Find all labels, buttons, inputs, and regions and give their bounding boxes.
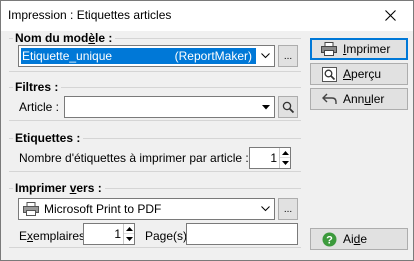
model-combo[interactable]: Etiquette_unique (ReportMaker) bbox=[18, 45, 275, 67]
print-button[interactable]: Imprimer bbox=[310, 38, 408, 60]
copies-label: Exemplaires bbox=[19, 229, 86, 243]
undo-arrow-icon bbox=[321, 91, 337, 107]
pages-label: Page(s) bbox=[145, 229, 188, 243]
printer-name: Microsoft Print to PDF bbox=[44, 202, 162, 216]
print-to-group-label: Imprimer vers : bbox=[13, 181, 105, 195]
svg-text:?: ? bbox=[326, 234, 333, 246]
chevron-down-icon[interactable] bbox=[257, 200, 273, 218]
label-count-label: Nombre d'étiquettes à imprimer par artic… bbox=[19, 151, 249, 165]
article-combo[interactable] bbox=[64, 96, 275, 118]
dropdown-arrow-icon[interactable] bbox=[260, 101, 272, 113]
help-button-label: Aide bbox=[343, 232, 368, 246]
model-group-label: Nom du modèle : bbox=[13, 31, 116, 45]
print-button-label: Imprimer bbox=[343, 42, 391, 56]
model-combo-selection: Etiquette_unique (ReportMaker) bbox=[21, 48, 256, 64]
cancel-button[interactable]: Annuler bbox=[310, 88, 408, 110]
copies-value: 1 bbox=[114, 227, 121, 241]
spin-down-icon[interactable] bbox=[280, 158, 290, 168]
window-title: Impression : Etiquettes articles bbox=[8, 8, 172, 22]
model-type: (ReportMaker) bbox=[174, 49, 252, 63]
close-button[interactable] bbox=[367, 1, 413, 30]
labels-group-label: Etiquettes : bbox=[13, 131, 84, 145]
model-browse-button[interactable]: ... bbox=[278, 45, 298, 67]
close-icon bbox=[384, 10, 396, 21]
article-search-button[interactable] bbox=[278, 96, 298, 118]
printer-combo[interactable]: Microsoft Print to PDF bbox=[18, 198, 275, 220]
search-icon bbox=[282, 101, 294, 113]
printer-icon bbox=[321, 41, 337, 57]
article-label: Article : bbox=[19, 100, 60, 114]
printer-browse-button[interactable]: ... bbox=[278, 198, 298, 220]
model-name: Etiquette_unique bbox=[22, 49, 113, 63]
filters-group-label: Filtres : bbox=[13, 80, 62, 94]
preview-button-label: Aperçu bbox=[343, 67, 382, 81]
preview-button[interactable]: Aperçu bbox=[310, 63, 408, 85]
copies-spinner[interactable]: 1 bbox=[83, 223, 135, 245]
spin-up-icon[interactable] bbox=[124, 224, 134, 234]
pages-input[interactable] bbox=[186, 223, 298, 245]
label-count-spinner[interactable]: 1 bbox=[249, 147, 291, 169]
spin-down-icon[interactable] bbox=[124, 234, 134, 244]
cancel-button-label: Annuler bbox=[343, 92, 385, 106]
spin-up-icon[interactable] bbox=[280, 148, 290, 158]
print-dialog: Impression : Etiquettes articles Nom du … bbox=[0, 0, 414, 261]
chevron-down-icon[interactable] bbox=[257, 47, 273, 65]
title-bar: Impression : Etiquettes articles bbox=[1, 1, 413, 31]
magnifier-icon bbox=[321, 66, 337, 82]
help-question-icon: ? bbox=[321, 231, 337, 247]
printer-icon bbox=[23, 202, 39, 219]
label-count-value: 1 bbox=[270, 151, 277, 165]
help-button[interactable]: ? Aide bbox=[310, 228, 408, 250]
